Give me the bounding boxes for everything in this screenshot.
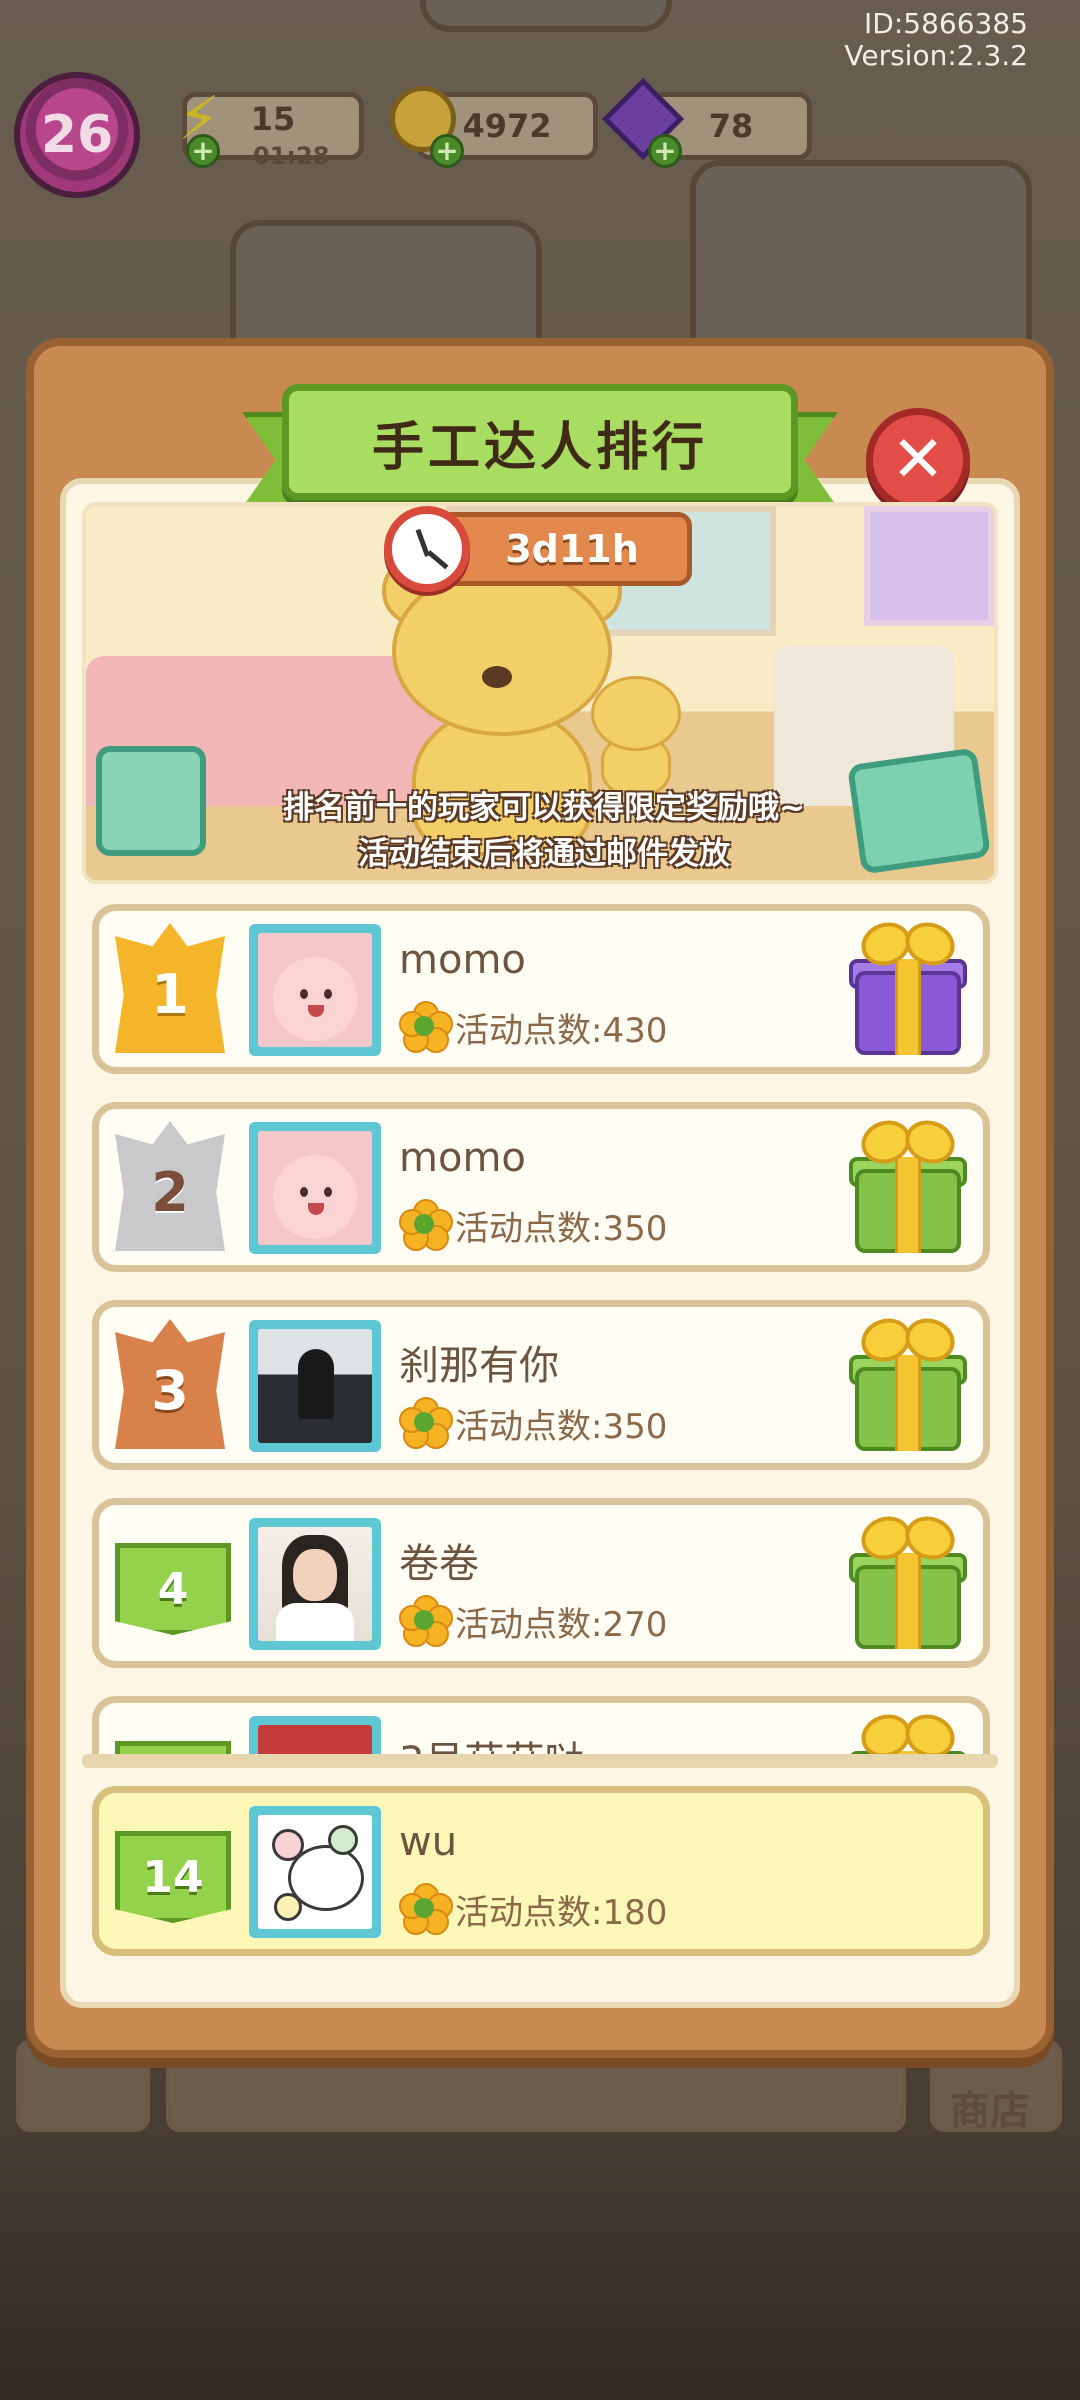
bronze-crown-icon: 3: [115, 1319, 225, 1449]
add-energy-button[interactable]: +: [186, 134, 220, 168]
gem-value: 78: [708, 107, 754, 145]
activity-points: 活动点数:270: [455, 1605, 668, 1645]
add-gems-button[interactable]: +: [648, 134, 682, 168]
close-button[interactable]: ✕: [866, 408, 970, 512]
close-icon: ✕: [891, 423, 945, 497]
rank-number: 3: [151, 1359, 189, 1422]
avatar[interactable]: [249, 1320, 381, 1452]
my-rank-number: 14: [142, 1851, 204, 1903]
activity-point-icon: [399, 1883, 453, 1935]
small-bear-illustration: [586, 676, 686, 796]
rank-flag-icon: 14: [115, 1831, 231, 1923]
modal-title: 手工达人排行: [371, 417, 708, 478]
green-gift-icon[interactable]: [849, 1311, 967, 1455]
rank-number: 4: [157, 1563, 189, 1615]
ranking-row[interactable]: 3 刹那有你 活动点数:350: [92, 1300, 990, 1470]
green-gift-icon[interactable]: [849, 1113, 967, 1257]
player-name: 刹那有你: [399, 1343, 559, 1389]
energy-timer: 01:28: [253, 142, 330, 170]
avatar[interactable]: [249, 1518, 381, 1650]
activity-points: 活动点数:350: [455, 1209, 668, 1249]
event-timer-value: 3d11h: [505, 527, 639, 571]
bear-nose: [482, 666, 512, 688]
activity-point-icon: [399, 1001, 453, 1053]
rank-number: 1: [151, 963, 189, 1026]
energy-value: 15: [250, 100, 296, 138]
shop-label: 商店: [950, 2088, 1030, 2134]
green-gift-icon[interactable]: [849, 1509, 967, 1653]
banner-text-line1: 排名前十的玩家可以获得限定奖励哦~: [283, 790, 805, 826]
small-bear-head: [591, 676, 681, 751]
rank-number: 2: [151, 1161, 189, 1224]
shelf-illustration: [864, 506, 994, 626]
ranking-list[interactable]: 1 momo 活动点数:430 2 momo 活动点数:350 3 刹那有你 活…: [82, 904, 998, 1760]
player-name: 卷卷: [399, 1541, 479, 1587]
player-name: momo: [399, 937, 526, 983]
purple-gift-icon[interactable]: [849, 915, 967, 1059]
silver-crown-icon: 2: [115, 1121, 225, 1251]
level-badge[interactable]: 26: [14, 72, 140, 198]
avatar[interactable]: [249, 1122, 381, 1254]
rank-flag-icon: 4: [115, 1543, 231, 1635]
activity-points: 活动点数:430: [455, 1011, 668, 1051]
banner-text-line2: 活动结束后将通过邮件发放: [358, 836, 730, 872]
ranking-row[interactable]: 3号菇菇哒: [92, 1696, 990, 1760]
version-text: Version:2.3.2: [844, 39, 1028, 72]
title-ribbon: 手工达人排行: [282, 384, 798, 500]
player-id-version: ID:5866385 Version:2.3.2: [844, 8, 1028, 72]
green-gift-icon[interactable]: [849, 1707, 967, 1760]
level-number: 26: [40, 105, 114, 165]
activity-points: 活动点数:350: [455, 1407, 668, 1447]
avatar[interactable]: [249, 924, 381, 1056]
ranking-row[interactable]: 1 momo 活动点数:430: [92, 904, 990, 1074]
player-name: momo: [399, 1135, 526, 1181]
add-coins-button[interactable]: +: [430, 134, 464, 168]
my-avatar[interactable]: [249, 1806, 381, 1938]
activity-point-icon: [399, 1397, 453, 1449]
gold-crown-icon: 1: [115, 923, 225, 1053]
my-activity-points: 活动点数:180: [455, 1893, 668, 1933]
activity-point-icon: [399, 1199, 453, 1251]
my-rank-row[interactable]: 14 wu 活动点数:180: [92, 1786, 990, 1956]
ranking-row[interactable]: 2 momo 活动点数:350: [92, 1102, 990, 1272]
my-player-name: wu: [399, 1819, 458, 1865]
player-id: ID:5866385: [864, 7, 1028, 40]
activity-point-icon: [399, 1595, 453, 1647]
coin-value: 4972: [462, 107, 552, 145]
list-divider: [82, 1754, 998, 1768]
ranking-row[interactable]: 4 卷卷 活动点数:270: [92, 1498, 990, 1668]
clock-icon: [384, 506, 470, 592]
